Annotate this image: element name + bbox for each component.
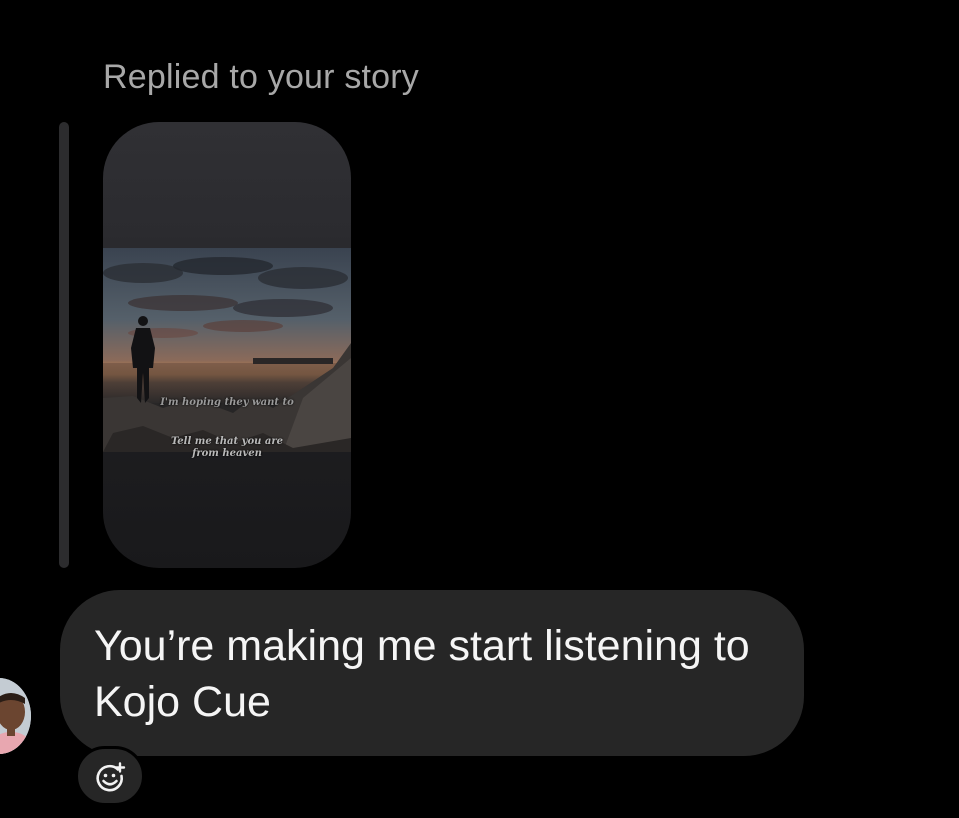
message-bubble[interactable]: You’re making me start listening to Kojo… (60, 590, 804, 756)
replied-to-story-label: Replied to your story (103, 58, 420, 96)
reply-indicator-bar (59, 122, 69, 568)
add-reaction-button[interactable] (75, 746, 145, 806)
story-thumbnail-image (103, 248, 351, 452)
sender-avatar[interactable] (0, 678, 31, 754)
story-caption-line-2: Tell me that you are from heaven (171, 436, 283, 459)
add-reaction-icon (96, 762, 126, 792)
avatar-image (0, 678, 31, 754)
message-text: You’re making me start listening to Kojo… (94, 622, 750, 726)
story-caption-line-1: I'm hoping they want to (160, 397, 294, 408)
chat-screen: Replied to your story I'm hoping they wa… (0, 0, 959, 818)
story-preview[interactable]: I'm hoping they want to Tell me that you… (103, 122, 351, 568)
